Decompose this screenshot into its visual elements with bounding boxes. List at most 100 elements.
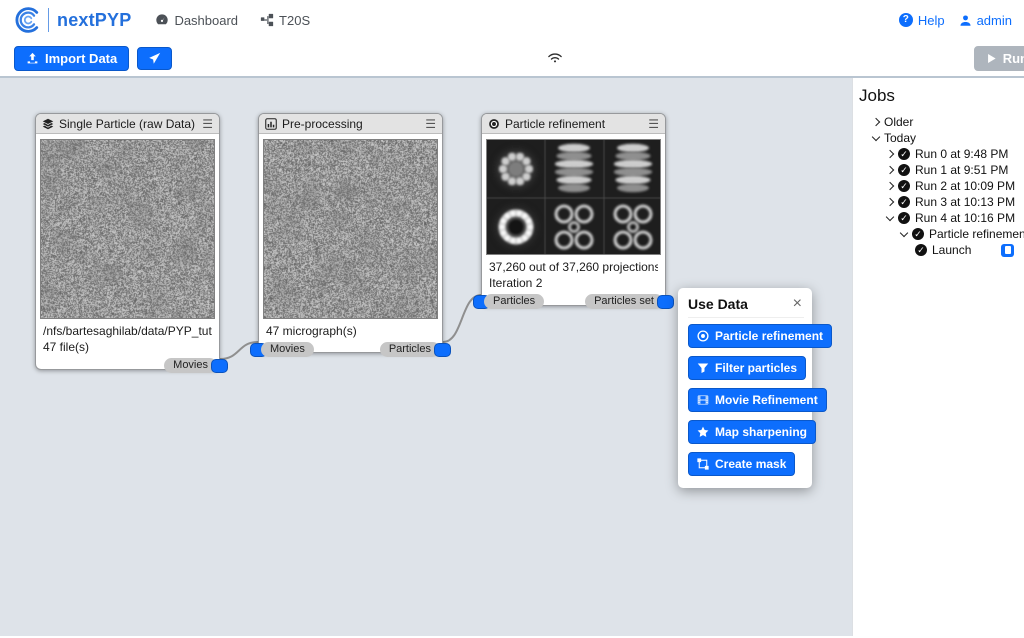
input-port-particles[interactable]: Particles	[473, 294, 544, 309]
navigate-button[interactable]	[137, 47, 172, 70]
block-single-particle[interactable]: Single Particle (raw Data) ☰ /nfs/bartes…	[35, 113, 220, 370]
use-data-popup: Use Data × Particle refinement	[678, 288, 812, 488]
user-icon	[959, 14, 972, 27]
user-label: admin	[977, 13, 1012, 28]
check-icon: ✓	[915, 244, 927, 256]
input-port-movies[interactable]: Movies	[250, 342, 314, 357]
chevron-right-icon[interactable]	[886, 182, 894, 190]
brand[interactable]: nextPYP	[14, 7, 131, 33]
jobs-tree-label: Run 4 at 10:16 PM	[915, 211, 1015, 225]
chevron-right-icon[interactable]	[886, 166, 894, 174]
jobs-tree-label: Run 3 at 10:13 PM	[915, 195, 1015, 209]
film-icon	[697, 394, 709, 406]
send-icon	[148, 52, 161, 65]
chevron-right-icon[interactable]	[872, 118, 880, 126]
connector-dot[interactable]	[211, 359, 228, 373]
chevron-right-icon[interactable]	[886, 150, 894, 158]
upload-icon	[26, 52, 39, 65]
filter-icon	[697, 362, 709, 374]
jobs-tree-item[interactable]: Older	[859, 114, 1020, 130]
block-header[interactable]: Particle refinement ☰	[482, 114, 665, 134]
connection-status-icon	[546, 50, 564, 64]
block-header[interactable]: Single Particle (raw Data) ☰	[36, 114, 219, 134]
map-sharpening-button[interactable]: Map sharpening	[688, 420, 816, 444]
run-label: Run	[1003, 51, 1024, 66]
help-label: Help	[918, 13, 945, 28]
workflow-canvas[interactable]: Single Particle (raw Data) ☰ /nfs/bartes…	[0, 78, 852, 636]
block-particle-refinement[interactable]: Particle refinement ☰ 37,260 out of 37,2…	[481, 113, 666, 306]
output-port-movies[interactable]: Movies	[164, 358, 228, 373]
nav-dashboard[interactable]: Dashboard	[155, 13, 238, 28]
mask-icon	[697, 458, 709, 470]
brand-name: nextPYP	[57, 10, 131, 31]
file-count: 47 file(s)	[43, 339, 212, 355]
port-label: Particles	[380, 342, 440, 357]
button-label: Map sharpening	[715, 425, 807, 439]
user-menu[interactable]: admin	[959, 13, 1012, 28]
jobs-tree-item[interactable]: ✓Launch	[859, 242, 1020, 258]
create-mask-button[interactable]: Create mask	[688, 452, 795, 476]
jobs-tree-item[interactable]: ✓Run 0 at 9:48 PM	[859, 146, 1020, 162]
target-icon	[488, 118, 500, 130]
jobs-tree-label: Run 0 at 9:48 PM	[915, 147, 1008, 161]
micrograph-count: 47 micrograph(s)	[266, 323, 435, 339]
nav-project-label: T20S	[279, 13, 310, 28]
star-icon	[697, 426, 709, 438]
check-icon: ✓	[898, 212, 910, 224]
help-link[interactable]: ? Help	[899, 13, 945, 28]
jobs-panel: Jobs OlderToday✓Run 0 at 9:48 PM✓Run 1 a…	[852, 78, 1024, 636]
jobs-tree-label: Run 1 at 9:51 PM	[915, 163, 1008, 177]
help-icon: ?	[899, 13, 913, 27]
movie-refinement-button[interactable]: Movie Refinement	[688, 388, 827, 412]
check-icon: ✓	[912, 228, 924, 240]
micrograph-preview[interactable]	[40, 139, 215, 319]
jobs-tree-item[interactable]: ✓ Run 3 at 10:13 PM	[859, 194, 1020, 210]
jobs-tree-label: Today	[884, 131, 916, 145]
particle-refinement-button[interactable]: Particle refinement	[688, 324, 832, 348]
popup-title: Use Data	[688, 296, 748, 312]
micrograph-preview[interactable]	[263, 139, 438, 319]
jobs-tree-item[interactable]: ✓ Run 4 at 10:16 PM	[859, 210, 1020, 226]
check-icon: ✓	[898, 164, 910, 176]
block-menu-icon[interactable]: ☰	[648, 118, 659, 130]
run-button[interactable]: Run	[974, 46, 1024, 71]
port-label: Movies	[164, 358, 217, 373]
close-icon[interactable]: ×	[791, 297, 804, 311]
chevron-down-icon[interactable]	[886, 212, 894, 220]
block-title: Pre-processing	[282, 117, 363, 131]
class-averages-preview[interactable]	[486, 139, 661, 255]
toolbar: Import Data Run	[0, 40, 1024, 78]
block-title: Single Particle (raw Data)	[59, 117, 195, 131]
nav-project-t20s[interactable]: T20S	[260, 13, 310, 28]
jobs-tree-label: Older	[884, 115, 913, 129]
check-icon: ✓	[898, 180, 910, 192]
import-data-button[interactable]: Import Data	[14, 46, 129, 71]
projection-count: 37,260 out of 37,260 projections	[489, 259, 658, 275]
layers-icon	[42, 118, 54, 130]
button-label: Filter particles	[715, 361, 797, 375]
block-pre-processing[interactable]: Pre-processing ☰ 47 micrograph(s) Movies…	[258, 113, 443, 353]
block-menu-icon[interactable]: ☰	[202, 118, 213, 130]
button-label: Movie Refinement	[715, 393, 818, 407]
connector-dot[interactable]	[434, 343, 451, 357]
iteration-label: Iteration 2	[489, 275, 658, 291]
bar-chart-icon	[265, 118, 277, 130]
output-port-particles[interactable]: Particles	[380, 342, 451, 357]
check-icon: ✓	[898, 196, 910, 208]
connector-dot[interactable]	[657, 295, 674, 309]
output-port-particles-set[interactable]: Particles set	[585, 294, 674, 309]
filter-particles-button[interactable]: Filter particles	[688, 356, 806, 380]
data-path: /nfs/bartesaghilab/data/PYP_tut...	[43, 323, 212, 339]
chevron-down-icon[interactable]	[900, 228, 908, 236]
workflow-icon	[260, 13, 274, 27]
chevron-down-icon[interactable]	[872, 132, 880, 140]
jobs-tree-item[interactable]: ✓ Run 1 at 9:51 PM	[859, 162, 1020, 178]
jobs-tree-item[interactable]: ✓Particle refinement	[859, 226, 1020, 242]
chevron-right-icon[interactable]	[886, 198, 894, 206]
jobs-tree-item[interactable]: ✓Run 2 at 10:09 PM	[859, 178, 1020, 194]
jobs-tree-item[interactable]: Today	[859, 130, 1020, 146]
file-badge-icon[interactable]	[1001, 244, 1014, 257]
block-header[interactable]: Pre-processing ☰	[259, 114, 442, 134]
jobs-tree-label: Particle refinement	[929, 227, 1024, 241]
block-menu-icon[interactable]: ☰	[425, 118, 436, 130]
